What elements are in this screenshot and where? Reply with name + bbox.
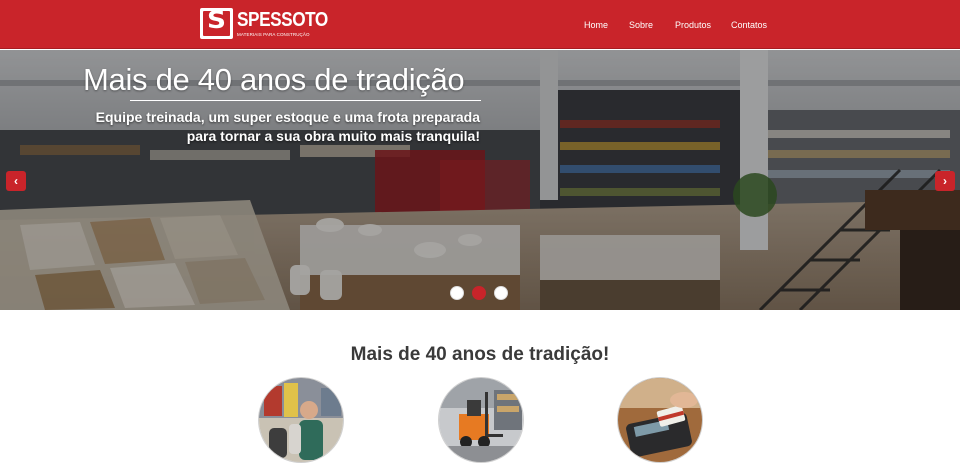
nav-produtos[interactable]: Produtos (675, 20, 711, 30)
hero-subtitle-line-2: para tornar a sua obra muito mais tranqu… (186, 128, 480, 144)
nav-home[interactable]: Home (584, 20, 608, 30)
chevron-right-icon: › (943, 174, 947, 188)
feature-forklift-photo (438, 377, 524, 463)
brand-tagline: MATERIAIS PARA CONSTRUÇÃO (237, 32, 310, 37)
slider-next-button[interactable]: › (935, 171, 955, 191)
nav-contatos[interactable]: Contatos (731, 20, 767, 30)
slider-indicators (450, 286, 508, 300)
hero-divider (130, 100, 481, 101)
hero-subtitle: Equipe treinada, um super estoque e uma … (80, 108, 480, 146)
slide-indicator-1[interactable] (450, 286, 464, 300)
logo-mark-icon: S (200, 7, 233, 39)
hero-title: Mais de 40 anos de tradição (83, 62, 465, 97)
section-title: Mais de 40 anos de tradição! (350, 344, 610, 365)
nav-sobre[interactable]: Sobre (629, 20, 653, 30)
slider-prev-button[interactable]: ‹ (6, 171, 26, 191)
feature-card-terminal-photo (617, 377, 703, 463)
chevron-left-icon: ‹ (14, 174, 18, 188)
brand-logo[interactable]: S SPESSOTO MATERIAIS PARA CONSTRUÇÃO (200, 7, 328, 41)
slide-indicator-2[interactable] (472, 286, 486, 300)
brand-name: SPESSOTO (237, 9, 328, 31)
hero-slider: Mais de 40 anos de tradição Equipe trein… (0, 50, 960, 310)
slide-indicator-3[interactable] (494, 286, 508, 300)
site-header: S SPESSOTO MATERIAIS PARA CONSTRUÇÃO Hom… (0, 0, 960, 49)
feature-staff-photo (258, 377, 344, 463)
hero-subtitle-line-1: Equipe treinada, um super estoque e uma … (95, 109, 480, 125)
